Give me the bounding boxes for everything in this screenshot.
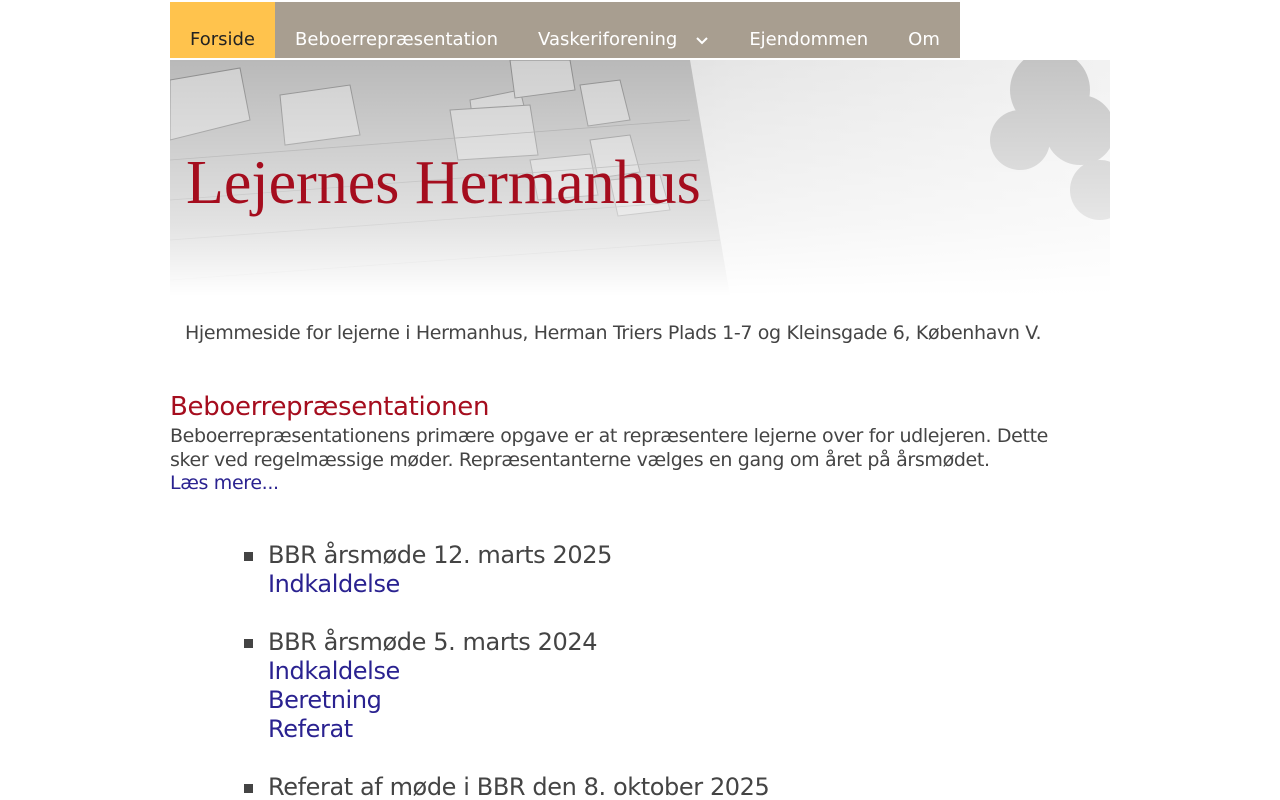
main-nav: Forside Beboerrepræsentation Vaskerifore… (170, 2, 960, 58)
events-list: BBR årsmøde 12. marts 2025 Indkaldelse B… (244, 540, 944, 800)
list-item: BBR årsmøde 12. marts 2025 Indkaldelse (244, 540, 944, 599)
event-title: BBR årsmøde 12. marts 2025 (268, 541, 612, 569)
nav-item-vaskeriforening[interactable]: Vaskeriforening (518, 2, 729, 58)
chevron-down-icon[interactable] (695, 32, 709, 46)
bullet-icon (244, 552, 253, 561)
bullet-icon (244, 639, 253, 648)
read-more-link[interactable]: Læs mere... (170, 472, 279, 494)
event-link-indkaldelse[interactable]: Indkaldelse (268, 657, 944, 686)
event-title: Referat af møde i BBR den 8. oktober 202… (268, 773, 770, 800)
bullet-icon (244, 784, 253, 793)
nav-item-label: Beboerrepræsentation (295, 29, 499, 50)
section-description: Beboerrepræsentationens primære opgave e… (170, 425, 1049, 471)
header-banner-image: Lejernes Hermanhus (170, 60, 1110, 296)
nav-item-ejendommen[interactable]: Ejendommen (729, 2, 888, 58)
nav-item-beboerrepraesentation[interactable]: Beboerrepræsentation (275, 2, 518, 58)
section-heading: Beboerrepræsentationen (170, 392, 490, 422)
event-link-referat[interactable]: Referat (268, 715, 944, 744)
list-item: BBR årsmøde 5. marts 2024 Indkaldelse Be… (244, 627, 944, 744)
event-link-beretning[interactable]: Beretning (268, 686, 944, 715)
nav-item-label: Vaskeriforening (538, 29, 678, 50)
event-link-indkaldelse[interactable]: Indkaldelse (268, 570, 944, 599)
event-title: BBR årsmøde 5. marts 2024 (268, 628, 598, 656)
site-title: Lejernes Hermanhus (186, 149, 701, 217)
nav-item-label: Ejendommen (749, 29, 869, 50)
list-item: Referat af møde i BBR den 8. oktober 202… (244, 772, 944, 800)
nav-item-label: Forside (190, 29, 256, 50)
nav-item-om[interactable]: Om (888, 2, 960, 58)
nav-item-label: Om (908, 29, 940, 50)
nav-item-forside[interactable]: Forside (170, 2, 276, 58)
site-tagline: Hjemmeside for lejerne i Hermanhus, Herm… (185, 322, 1042, 344)
